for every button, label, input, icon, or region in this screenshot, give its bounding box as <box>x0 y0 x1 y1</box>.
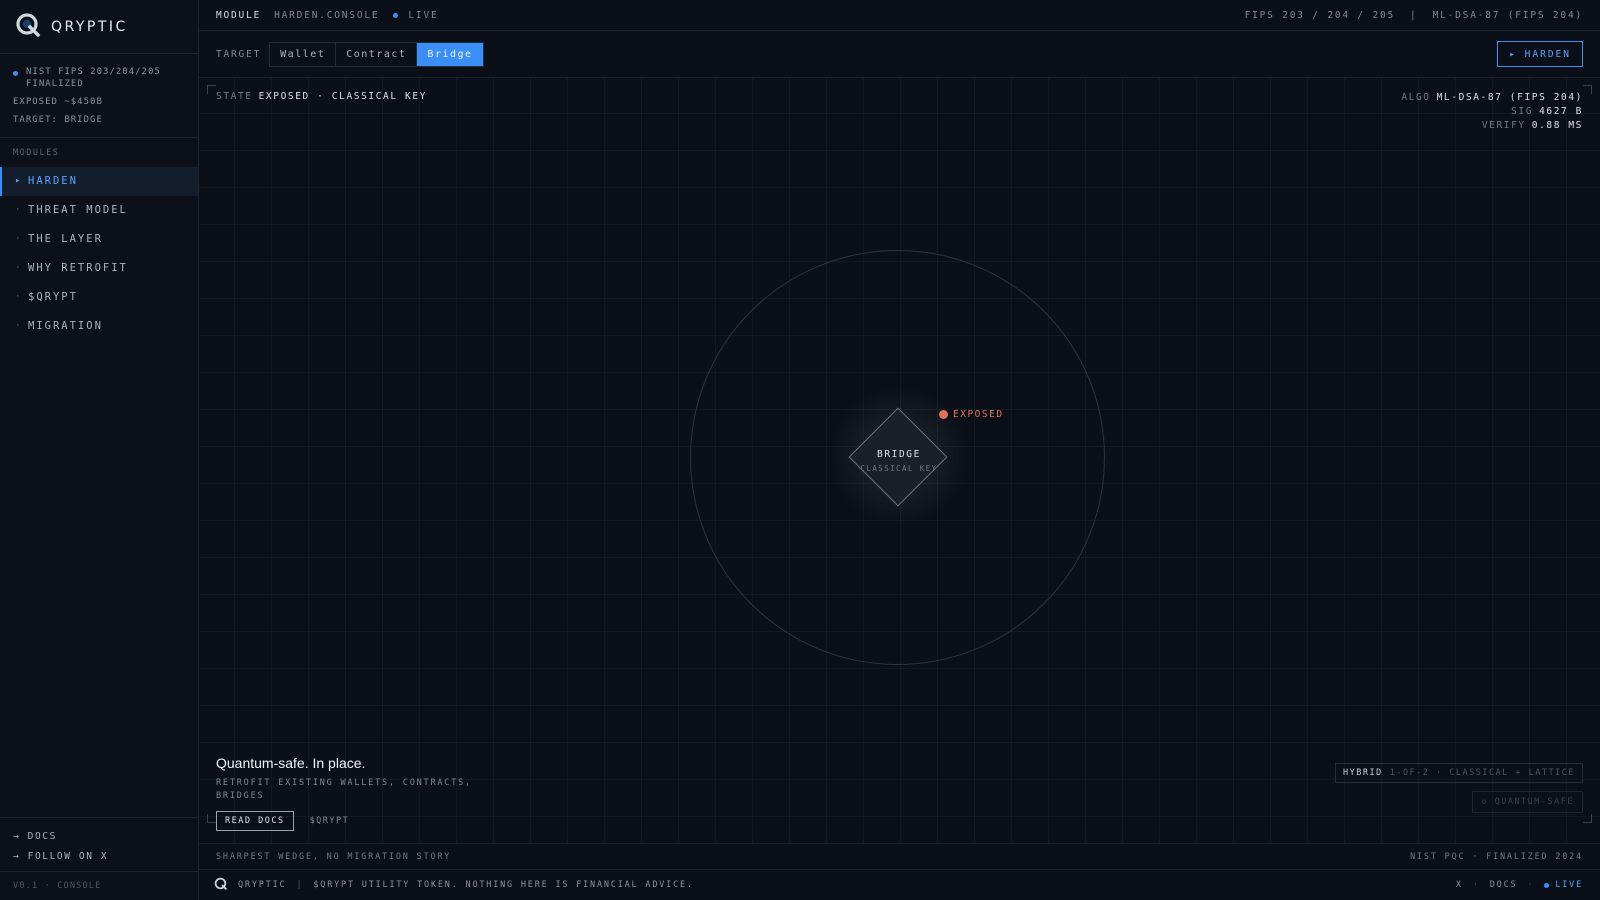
brand-name: QRYPTIC <box>51 18 128 35</box>
exposed-dot-icon <box>939 410 948 419</box>
sig-row: SIG 4627 B <box>1511 106 1583 117</box>
sidebar-footer: → DOCS → FOLLOW ON X V0.1 · CONSOLE <box>0 817 198 900</box>
brand[interactable]: QRYPTIC <box>0 0 198 54</box>
read-docs-button[interactable]: READ DOCS <box>216 811 294 831</box>
module-nav: ▸ HARDEN · THREAT MODEL · THE LAYER · WH… <box>0 166 198 341</box>
caret-right-icon: ▸ <box>15 176 23 187</box>
nist-status: NIST FIPS 203/204/205 FINALIZED <box>13 66 185 90</box>
footer-links: X · DOCS · LIVE <box>1456 880 1583 890</box>
algo-readout: ALGO ML-DSA-87 (FIPS 204) SIG 4627 B VERIF… <box>1401 91 1583 133</box>
live-status: LIVE <box>408 9 439 21</box>
target-value: TARGET: BRIDGE <box>13 115 103 126</box>
divider: | <box>296 880 304 890</box>
sidebar-item-why-retrofit[interactable]: · WHY RETROFIT <box>0 254 198 283</box>
sidebar-item-the-layer[interactable]: · THE LAYER <box>0 225 198 254</box>
algo-row: ALGO ML-DSA-87 (FIPS 204) <box>1401 92 1583 103</box>
main-panel: MODULE HARDEN.CONSOLE LIVE FIPS 203 / 20… <box>199 0 1600 900</box>
corner-bracket-icon <box>207 814 216 823</box>
sidebar-item-migration[interactable]: · MIGRATION <box>0 312 198 341</box>
hero-subtitle: RETROFIT EXISTING WALLETS, CONTRACTS, BR… <box>216 778 472 801</box>
hero-actions: READ DOCS $QRYPT <box>216 811 476 831</box>
tagline: SHARPEST WEDGE, NO MIGRATION STORY <box>216 851 452 862</box>
bullet-icon: · <box>15 292 23 303</box>
corner-bracket-icon <box>207 85 216 94</box>
quantum-safe-badge: ◇ QUANTUM-SAFE <box>1472 791 1583 813</box>
hero-block: Quantum-safe. In place. RETROFIT EXISTIN… <box>216 755 476 831</box>
sidebar: QRYPTIC NIST FIPS 203/204/205 FINALIZED … <box>0 0 199 900</box>
sidebar-item-threat-model[interactable]: · THREAT MODEL <box>0 196 198 225</box>
docs-link[interactable]: → DOCS <box>0 826 198 846</box>
target-selector: Wallet Contract Bridge <box>269 41 484 67</box>
hero-title: Quantum-safe. In place. <box>216 755 366 771</box>
follow-on-x-link[interactable]: → FOLLOW ON X <box>0 846 198 866</box>
node-title: BRIDGE <box>877 449 921 460</box>
target-option-bridge[interactable]: Bridge <box>417 42 483 66</box>
modules-label: MODULES <box>13 147 60 158</box>
footer-link-docs[interactable]: DOCS <box>1490 880 1518 890</box>
disclaimer: $QRYPT UTILITY TOKEN. NOTHING HERE IS FI… <box>313 880 694 890</box>
exposed-value: EXPOSED ~$450B <box>13 97 103 108</box>
divider: · <box>1527 880 1535 890</box>
top-bar: MODULE HARDEN.CONSOLE LIVE FIPS 203 / 20… <box>199 0 1600 31</box>
version-label: V0.1 · CONSOLE <box>0 871 198 900</box>
module-label: MODULE <box>216 9 262 21</box>
bottom-bar: QRYPTIC | $QRYPT UTILITY TOKEN. NOTHING … <box>199 869 1600 900</box>
bullet-icon: · <box>15 205 23 216</box>
module-value: HARDEN.CONSOLE <box>274 9 380 21</box>
divider: · <box>1472 880 1480 890</box>
status-footline: SHARPEST WEDGE, NO MIGRATION STORY NIST … <box>199 843 1600 869</box>
target-option-contract[interactable]: Contract <box>336 42 418 66</box>
hybrid-badge: HYBRID 1-OF-2 · CLASSICAL + LATTICE <box>1334 763 1583 783</box>
fips-info: FIPS 203 / 204 / 205 | ML-DSA-87 (FIPS 2… <box>1244 9 1583 21</box>
app-window: QRYPTIC NIST FIPS 203/204/205 FINALIZED … <box>0 0 1600 900</box>
bullet-icon: · <box>15 263 23 274</box>
corner-bracket-icon <box>1583 85 1592 94</box>
nist-finalized: NIST PQC · FINALIZED 2024 <box>1410 851 1583 862</box>
state-value: EXPOSED · CLASSICAL KEY <box>258 91 427 102</box>
status-block: NIST FIPS 203/204/205 FINALIZED EXPOSED … <box>0 54 198 138</box>
q-logo-icon <box>15 12 41 42</box>
footer-brand: QRYPTIC <box>238 880 287 890</box>
q-logo-icon <box>214 877 238 894</box>
sidebar-item-qrypt[interactable]: · $QRYPT <box>0 283 198 312</box>
verify-row: VERIFY 0.88 MS <box>1481 120 1583 131</box>
live-dot-icon <box>393 12 399 18</box>
bullet-icon: · <box>15 321 23 332</box>
target-label: TARGET <box>216 48 262 60</box>
footer-link-x[interactable]: X <box>1456 880 1463 890</box>
node-subtitle: CLASSICAL KEY <box>860 464 938 473</box>
live-dot-icon <box>1544 882 1550 888</box>
sidebar-item-harden[interactable]: ▸ HARDEN <box>0 166 198 196</box>
visualization-stage: STATE EXPOSED · CLASSICAL KEY ALGO ML-DSA-… <box>199 78 1600 843</box>
token-link[interactable]: $QRYPT <box>310 816 350 826</box>
bullet-icon: · <box>15 234 23 245</box>
exposed-badge: EXPOSED <box>939 409 1004 420</box>
corner-bracket-icon <box>1583 814 1592 823</box>
harden-button[interactable]: ▸ HARDEN <box>1497 41 1583 67</box>
state-readout: STATE EXPOSED · CLASSICAL KEY <box>216 91 427 102</box>
target-bar: TARGET Wallet Contract Bridge ▸ HARDEN <box>199 31 1600 78</box>
status-dot-icon <box>13 71 18 76</box>
target-option-wallet[interactable]: Wallet <box>270 42 337 66</box>
footer-link-live[interactable]: LIVE <box>1544 880 1583 890</box>
